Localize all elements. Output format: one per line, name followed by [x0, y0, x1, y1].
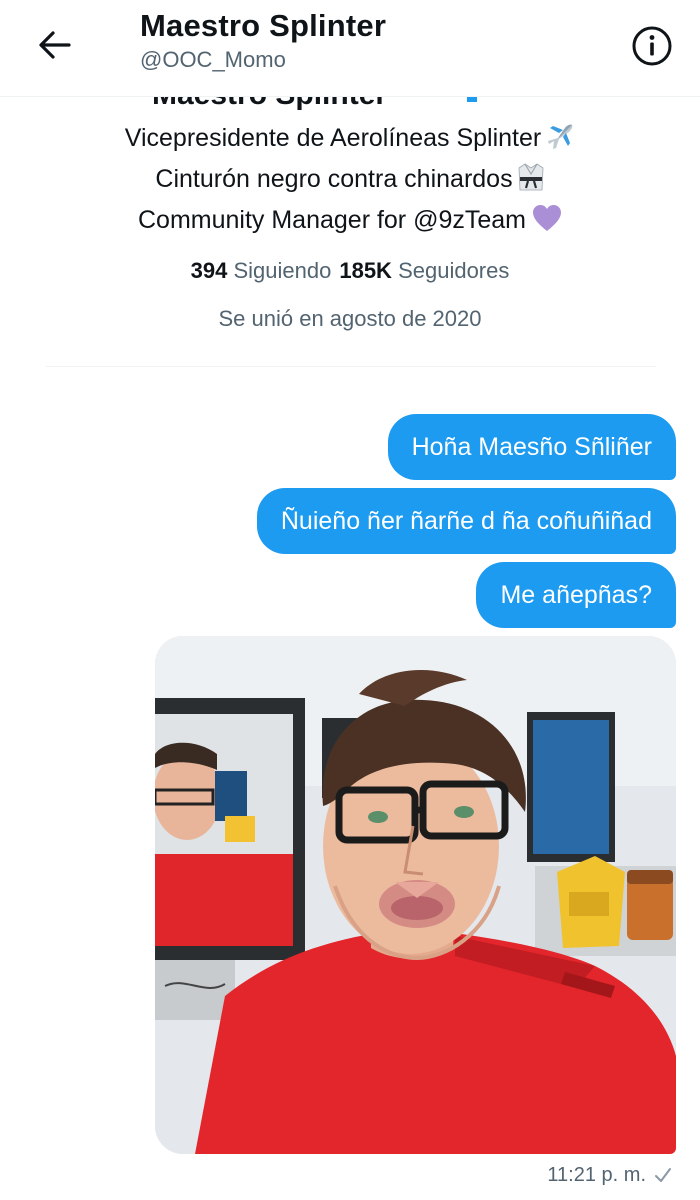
followers-count: 185K — [339, 258, 392, 283]
sent-message-bubble[interactable]: Me añepñas? — [476, 562, 676, 628]
info-button[interactable] — [628, 22, 676, 70]
sent-message-bubble[interactable]: Hoña Maesño Sñliñer — [387, 414, 676, 480]
selfie-photo — [155, 636, 676, 1154]
purple-heart-icon — [533, 205, 561, 231]
following-link[interactable]: 394 Siguiendo — [191, 258, 332, 283]
timestamp-text: 11:21 p. m. — [547, 1164, 646, 1186]
info-circle-icon — [632, 26, 672, 66]
header-title-block[interactable]: Maestro Splinter @OOC_Momo — [140, 6, 386, 74]
conversation-header: Maestro Splinter @OOC_Momo — [0, 0, 700, 97]
conversation-title: Maestro Splinter — [140, 8, 387, 43]
bio-line-3: Community Manager for @9zTeam — [0, 200, 700, 241]
followers-label: Seguidores — [398, 258, 510, 283]
bio-line-text: Vicepresidente de Aerolíneas Splinter — [124, 124, 542, 152]
following-count: 394 — [190, 258, 228, 283]
sent-check-icon — [655, 1168, 671, 1182]
followers-link[interactable]: 185K Seguidores — [339, 258, 509, 283]
message-timestamp: 11:21 p. m. — [547, 1160, 672, 1190]
follow-stats: 394 Siguiendo 185K Seguidores — [0, 256, 700, 286]
sent-photo-message[interactable] — [155, 636, 676, 1154]
profile-summary: Vicepresidente de Aerolíneas Splinter Ci… — [0, 118, 700, 334]
arrow-left-icon — [39, 31, 71, 59]
joined-date: Se unió en agosto de 2020 — [218, 306, 482, 331]
bio-line-1: Vicepresidente de Aerolíneas Splinter — [0, 118, 700, 159]
back-button[interactable] — [30, 25, 78, 65]
bio-line-text: Community Manager for @9zTeam — [137, 206, 526, 234]
bio-line-2: Cinturón negro contra chinardos — [0, 159, 700, 200]
following-label: Siguiendo — [233, 258, 332, 283]
section-divider — [46, 366, 656, 367]
sent-message-bubble[interactable]: Ñuieño ñer ñarñe d ña coñuñiñad — [256, 488, 676, 554]
bio-line-text: Cinturón negro contra chinardos — [155, 165, 513, 193]
conversation-handle: @OOC_Momo — [140, 47, 286, 72]
airplane-icon — [548, 124, 573, 149]
martial-arts-uniform-icon — [518, 163, 543, 191]
